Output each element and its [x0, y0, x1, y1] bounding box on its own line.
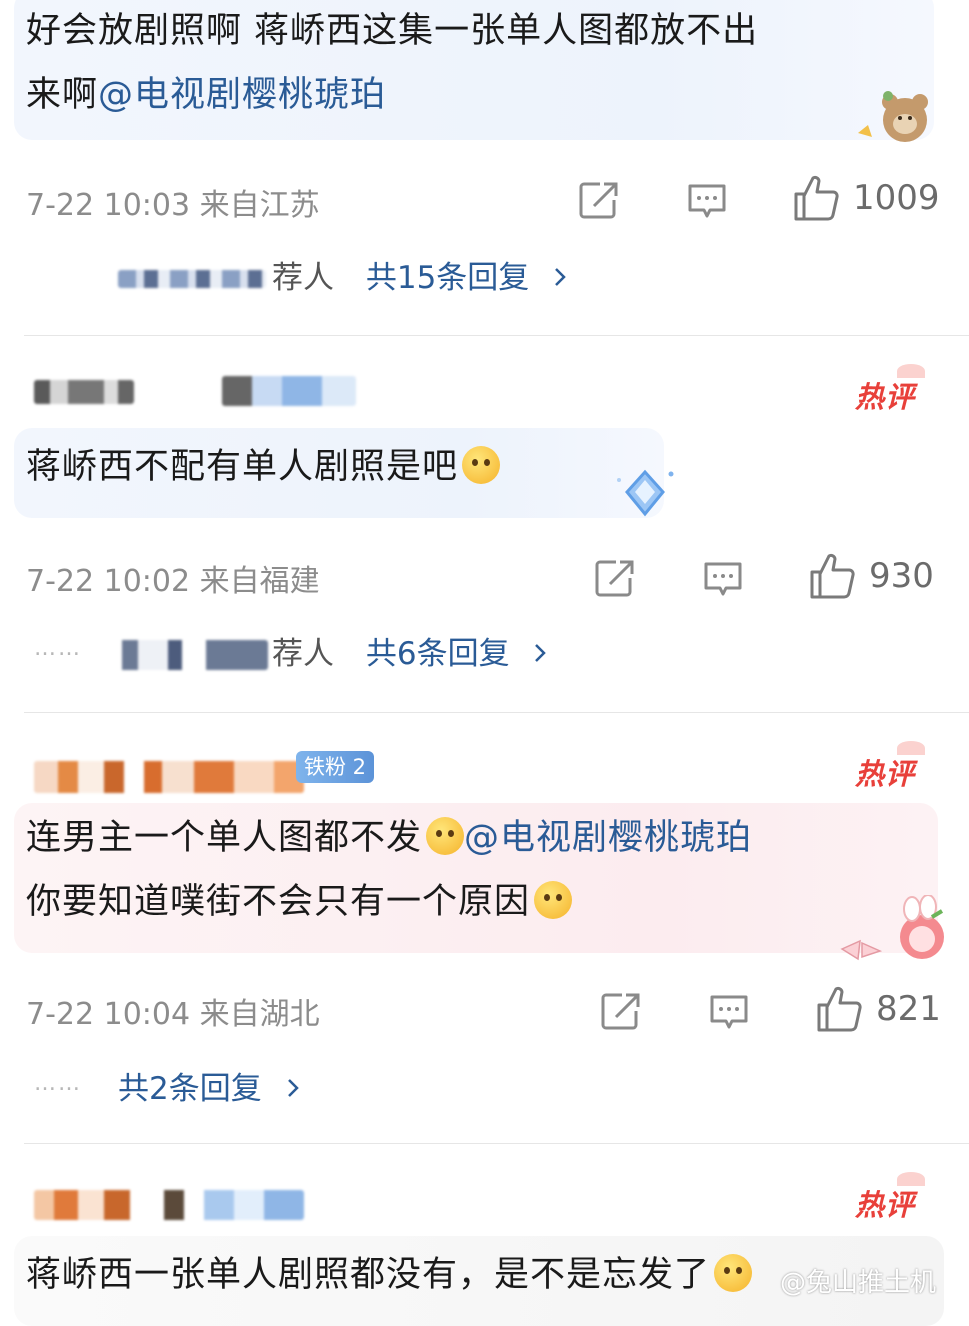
- hot-flame-icon: [897, 1172, 925, 1186]
- blurred-username: [222, 376, 356, 406]
- bunny-apple-sticker-icon: [840, 895, 944, 961]
- like-count: 930: [869, 556, 934, 596]
- view-replies-link[interactable]: 荐人 共6条回复: [272, 628, 547, 673]
- comment-button[interactable]: [686, 182, 728, 222]
- comment-text: 来啊: [26, 75, 99, 115]
- like-count: 1009: [853, 178, 940, 218]
- emoji-icon: [714, 1254, 753, 1292]
- comment-text: 你要知道噗街不会只有一个原因: [26, 882, 531, 922]
- comment-text-line1: 蒋峤西不配有单人剧照是吧: [26, 436, 501, 498]
- comment-button[interactable]: [708, 993, 750, 1033]
- comment-icon: [688, 184, 726, 218]
- watermark: @兔山推土机: [780, 1268, 937, 1298]
- like-button[interactable]: 821: [816, 985, 941, 1033]
- comment-text-line1: 好会放剧照啊 蒋峤西这集一张单人图都放不出: [26, 11, 759, 51]
- comment-meta: 7-22 10:03 来自江苏: [26, 188, 320, 223]
- share-button[interactable]: [594, 558, 636, 598]
- hot-comment-badge: 热评: [854, 1188, 915, 1222]
- thumbs-up-icon: [810, 553, 855, 599]
- blurred-username: [34, 1190, 304, 1220]
- hot-comment-badge: 热评: [854, 757, 915, 791]
- view-replies-link[interactable]: 共2条回复: [118, 1063, 300, 1108]
- thumbs-up-icon: [794, 175, 839, 221]
- mention-link[interactable]: @电视剧樱桃琥珀: [98, 75, 386, 115]
- blurred-avatars: [118, 640, 268, 670]
- share-icon: [601, 993, 640, 1030]
- comment-text: 蒋峤西不配有单人剧照是吧: [26, 447, 459, 487]
- comment-meta: 7-22 10:02 来自福建: [26, 564, 320, 599]
- comment-text-line2: 你要知道噗街不会只有一个原因: [26, 871, 573, 933]
- bear-sticker-icon: [858, 91, 928, 142]
- chevron-right-icon: [287, 1079, 299, 1097]
- blurred-username: [34, 761, 304, 793]
- tongue-emoji-icon: [534, 881, 573, 919]
- surprised-emoji-icon: [462, 446, 501, 484]
- comment-3: 铁粉 2 热评 连男主一个单人图都不发 @电视剧樱桃琥珀 你要知道噗街不会只有一个…: [0, 713, 969, 1143]
- reply-dots: ……: [34, 1071, 82, 1096]
- reply-dots: ……: [34, 636, 82, 661]
- blurred-username: [34, 380, 134, 404]
- chevron-right-icon: [555, 268, 566, 286]
- like-button[interactable]: 1009: [793, 174, 940, 222]
- replies-count: 共2条回复: [118, 1071, 262, 1107]
- view-replies-link[interactable]: 荐人 共15条回复: [272, 252, 567, 297]
- share-icon: [595, 560, 634, 597]
- comment-icon: [710, 995, 748, 1029]
- hot-flame-icon: [897, 364, 925, 378]
- mention-link[interactable]: @电视剧樱桃琥珀: [464, 818, 752, 858]
- thumbs-up-icon: [817, 986, 862, 1032]
- comment-text: 连男主一个单人图都不发: [26, 818, 423, 858]
- replies-count: 共6条回复: [365, 636, 510, 672]
- fan-level-badge: 铁粉 2: [296, 751, 375, 783]
- hot-flame-icon: [897, 741, 925, 755]
- comment-text: 蒋峤西一张单人剧照都没有，是不是忘发了: [26, 1255, 711, 1295]
- chevron-right-icon: [535, 644, 547, 662]
- blurred-avatars: [118, 270, 266, 288]
- diamond-sticker-icon: [617, 469, 674, 517]
- like-button[interactable]: 930: [809, 552, 934, 600]
- comment-text-line2: 来啊@电视剧樱桃琥珀: [26, 64, 386, 126]
- comment-button[interactable]: [702, 560, 744, 600]
- comment-meta: 7-22 10:04 来自湖北: [26, 997, 320, 1032]
- comment-2: 热评 蒋峤西不配有单人剧照是吧 7-22 10:02 来自福建 930 …… 荐…: [0, 336, 969, 712]
- hot-comment-badge: 热评: [854, 380, 915, 414]
- comment-text-line1: 蒋峤西一张单人剧照都没有，是不是忘发了: [26, 1244, 753, 1306]
- comment-icon: [704, 562, 742, 596]
- smirk-emoji-icon: [426, 817, 465, 855]
- like-count: 821: [876, 989, 941, 1029]
- replies-count: 共15条回复: [365, 260, 530, 296]
- replies-recommender: 荐人: [272, 260, 334, 296]
- replies-recommender: 荐人: [272, 636, 334, 672]
- share-icon: [579, 182, 618, 219]
- comment-text-line1: 连男主一个单人图都不发 @电视剧樱桃琥珀: [26, 807, 752, 869]
- comment-1: 好会放剧照啊 蒋峤西这集一张单人图都放不出 来啊@电视剧樱桃琥珀 7-22 10…: [0, 0, 969, 335]
- share-button[interactable]: [600, 991, 642, 1031]
- share-button[interactable]: [578, 180, 620, 220]
